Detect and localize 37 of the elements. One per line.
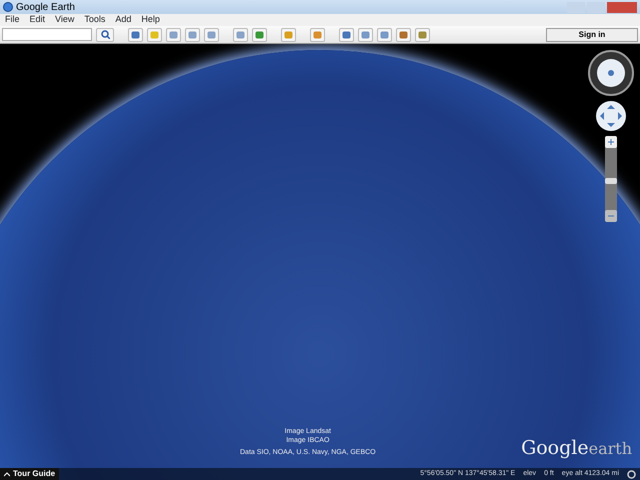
path-button[interactable] <box>185 28 200 42</box>
document-button[interactable] <box>396 28 411 42</box>
window-close-button[interactable] <box>607 2 637 12</box>
search-button[interactable] <box>96 28 114 42</box>
planet-button[interactable] <box>310 28 325 42</box>
menu-item[interactable]: File <box>5 13 20 27</box>
menu-item[interactable]: View <box>55 13 74 27</box>
globe-icon <box>3 2 13 12</box>
printer-button[interactable] <box>377 28 392 42</box>
sun-button[interactable] <box>281 28 296 42</box>
zoom-slider-thumb[interactable] <box>605 178 617 184</box>
envelope-button[interactable] <box>358 28 373 42</box>
menu-item[interactable]: Help <box>141 13 160 27</box>
loading-ring-icon <box>627 470 636 478</box>
search-icon <box>100 30 110 39</box>
tour-guide-button[interactable]: Tour Guide <box>0 468 60 480</box>
logo: Googleearth <box>521 436 632 461</box>
sidebar-button[interactable] <box>128 28 143 42</box>
look-control-icon[interactable] <box>588 50 634 96</box>
ruler-button[interactable] <box>339 28 354 42</box>
sign-in-button[interactable]: Sign in <box>546 28 638 42</box>
pushpin-button[interactable] <box>147 28 162 42</box>
menu-item[interactable]: Edit <box>30 13 46 27</box>
menu-item[interactable]: Tools <box>84 13 106 27</box>
window-title: Google Earth <box>16 0 75 14</box>
search-field[interactable] <box>2 28 92 41</box>
zoom-slider[interactable] <box>605 136 617 222</box>
caret-icon <box>4 471 10 477</box>
zoom-in-icon[interactable] <box>605 136 617 148</box>
overlay-button[interactable] <box>204 28 219 42</box>
clock-button[interactable] <box>252 28 267 42</box>
record-button[interactable] <box>233 28 248 42</box>
menu-item[interactable]: Add <box>115 13 132 27</box>
image-button[interactable] <box>415 28 430 42</box>
zoom-out-icon[interactable] <box>605 210 617 222</box>
move-control-icon[interactable] <box>595 100 627 132</box>
polygon-button[interactable] <box>166 28 181 42</box>
